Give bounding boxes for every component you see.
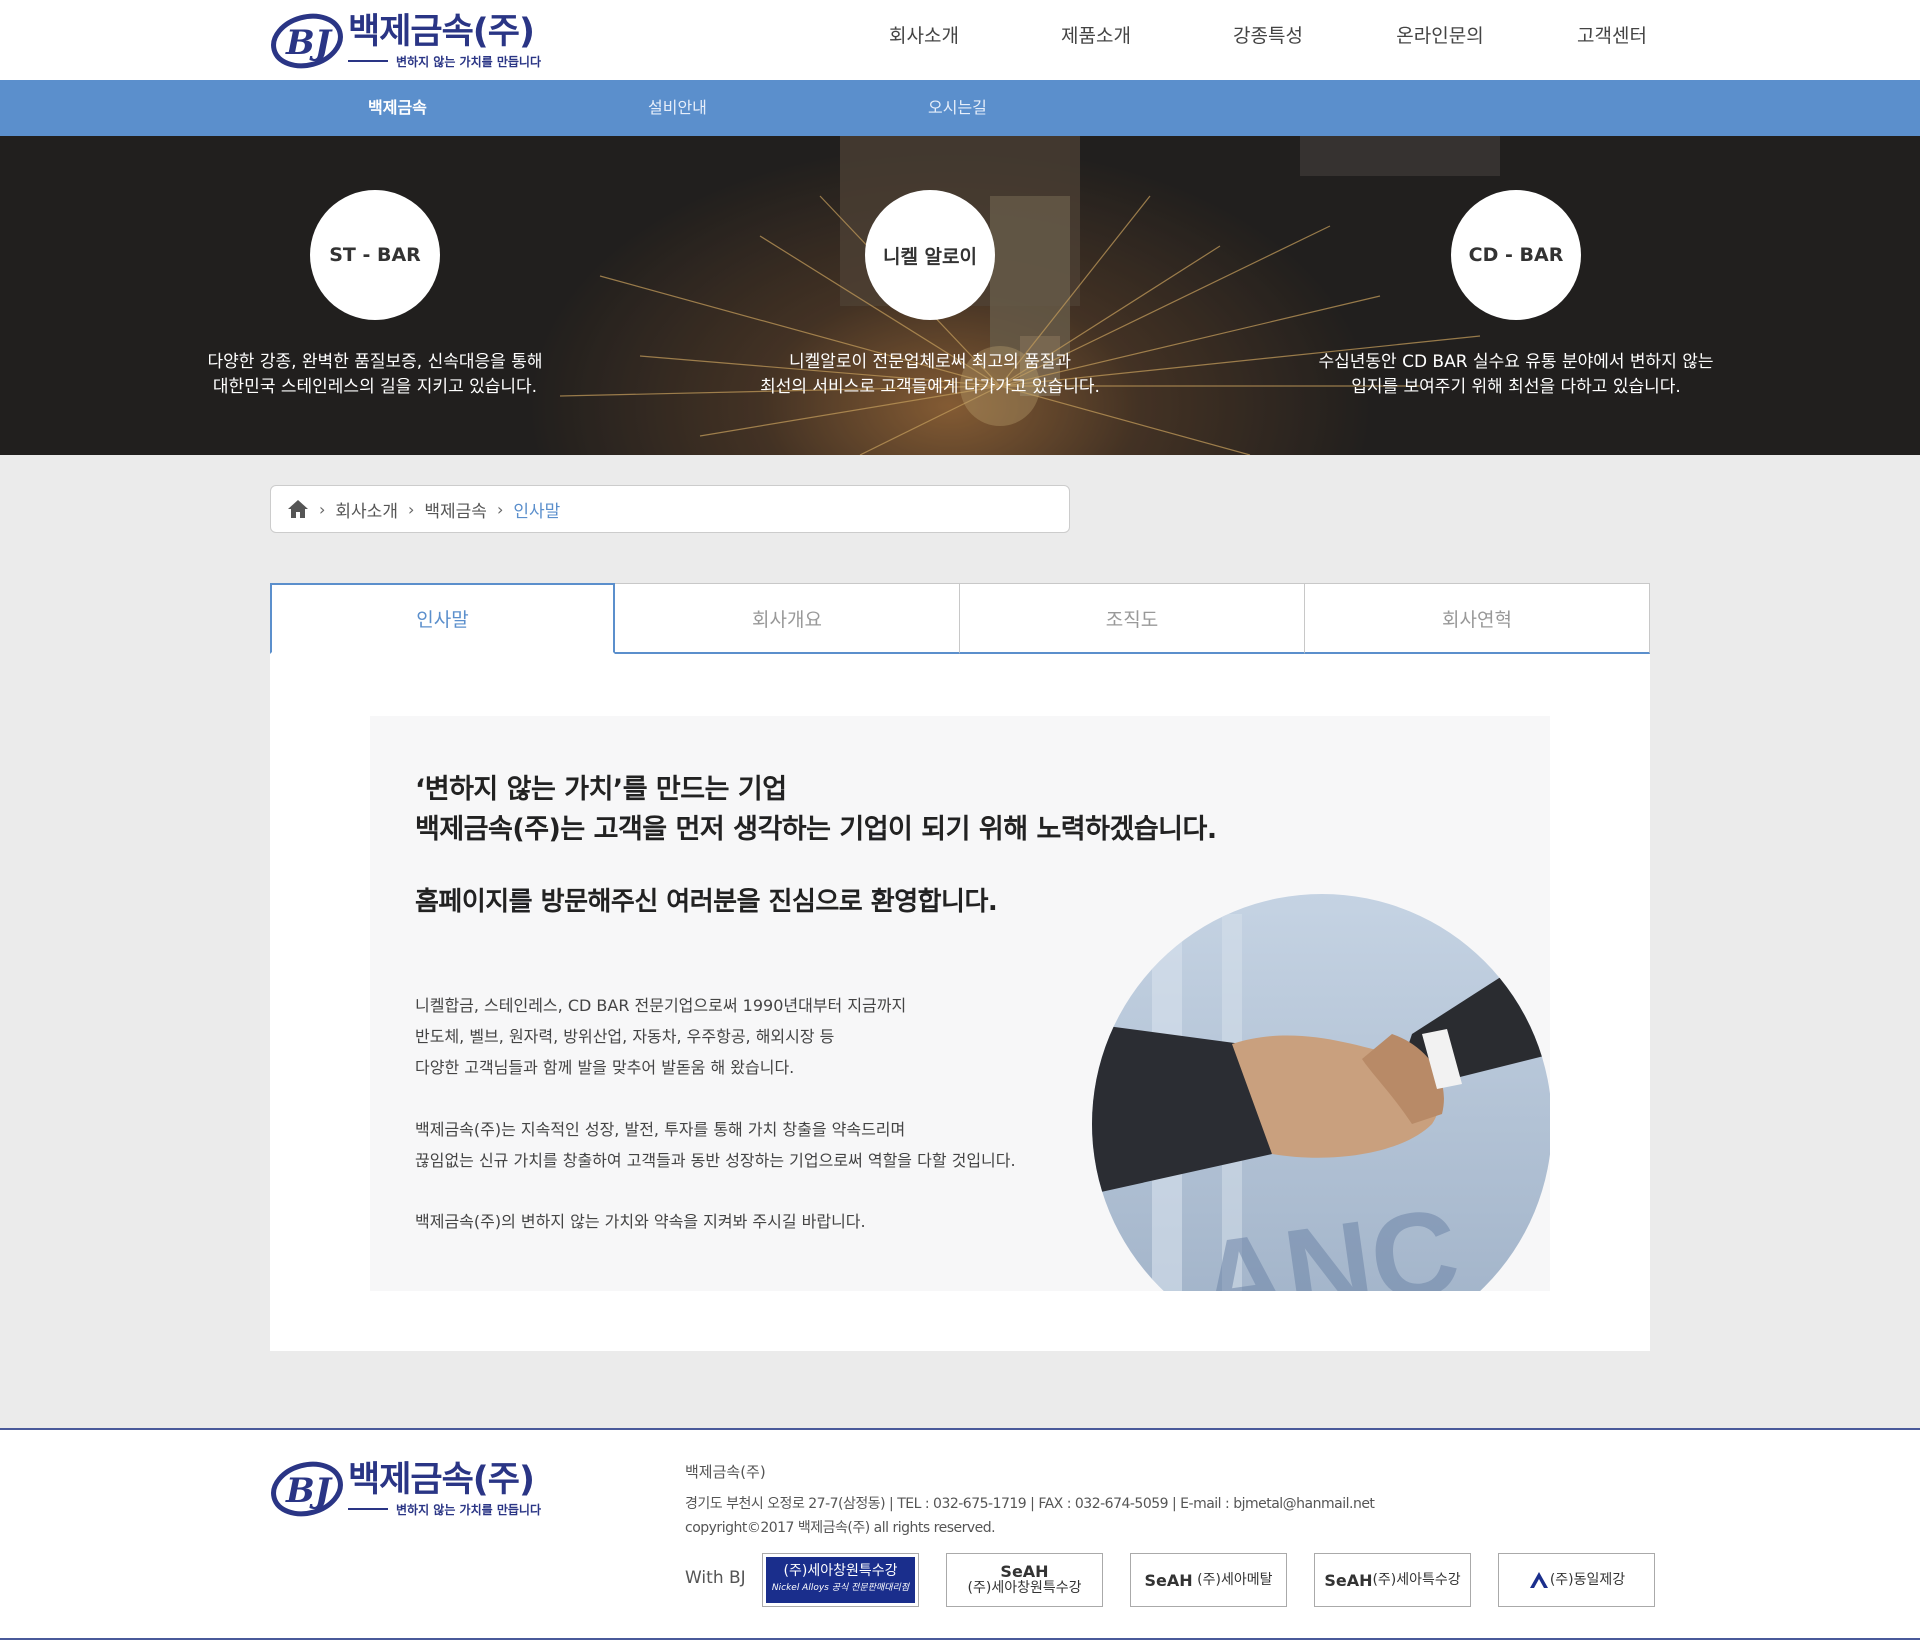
hero-item-nickel-alloy: 니켈 알로이 니켈알로이 전문업체로써 최고의 품질과 최선의 서비스로 고객들… xyxy=(680,136,1180,400)
seah-logo: SeAH xyxy=(1324,1570,1373,1590)
handshake-image: ANC xyxy=(1092,894,1550,1291)
footer-slogan: 변하지 않는 가치를 만듭니다 xyxy=(348,1501,541,1518)
tab-bar: 인사말 회사개요 조직도 회사연혁 xyxy=(270,583,1650,654)
main-nav: 회사소개 제품소개 강종특성 온라인문의 고객센터 xyxy=(838,0,1698,72)
chevron-right-icon: › xyxy=(407,499,415,519)
tab-company-overview[interactable]: 회사개요 xyxy=(615,583,960,654)
partners-label: With BJ xyxy=(685,1568,746,1588)
tab-history[interactable]: 회사연혁 xyxy=(1305,583,1650,654)
company-slogan: 변하지 않는 가치를 만듭니다 xyxy=(348,53,541,70)
partner-seah-special-steel[interactable]: SeAH (주)세아특수강 xyxy=(1314,1553,1471,1607)
chevron-right-icon: › xyxy=(319,499,326,519)
company-name: 백제금속(주) xyxy=(348,11,535,52)
partner-seah-metal[interactable]: SeAH (주)세아메탈 xyxy=(1130,1553,1287,1607)
hero-desc-line: 입지를 보여주기 위해 최선을 다하고 있습니다. xyxy=(1351,377,1681,397)
partner-seah-changwon-nickel[interactable]: (주)세아창원특수강 Nickel Alloys 공식 전문판매대리점 xyxy=(762,1553,919,1607)
hero-desc-line: 대한민국 스테인레스의 길을 지키고 있습니다. xyxy=(212,377,538,397)
paragraph-line: 끊임없는 신규 가치를 창출하여 고객들과 동반 성장하는 기업으로써 역할을 … xyxy=(415,1151,1016,1170)
nav-steel-grades[interactable]: 강종특성 xyxy=(1182,0,1354,72)
bj-logo-icon: BJ xyxy=(271,13,343,69)
footer-company-name: 백제금속(주) xyxy=(348,1459,535,1500)
hero-banner: ST - BAR 다양한 강종, 완벽한 품질보증, 신속대응을 통해 대한민국… xyxy=(0,136,1920,455)
hero-circle-title[interactable]: ST - BAR xyxy=(310,190,440,320)
greeting-paragraph-2: 백제금속(주)는 지속적인 성장, 발전, 투자를 통해 가치 창출을 약속드리… xyxy=(415,1114,1016,1176)
subnav-directions[interactable]: 오시는길 xyxy=(928,80,987,136)
nav-company-intro[interactable]: 회사소개 xyxy=(838,0,1010,72)
paragraph-line: 백제금속(주)는 지속적인 성장, 발전, 투자를 통해 가치 창출을 약속드리… xyxy=(415,1120,906,1139)
nav-customer-center[interactable]: 고객센터 xyxy=(1526,0,1698,72)
partner-subtitle: Nickel Alloys 공식 전문판매대리점 xyxy=(771,1583,910,1593)
hero-item-cd-bar: CD - BAR 수십년동안 CD BAR 실수요 유통 분야에서 변하지 않는… xyxy=(1266,136,1766,400)
greeting-paragraph-3: 백제금속(주)의 변하지 않는 가치와 약속을 지켜봐 주시길 바랍니다. xyxy=(415,1212,866,1231)
breadcrumb-item[interactable]: 백제금속 xyxy=(424,497,487,522)
breadcrumb: › 회사소개 › 백제금속 › 인사말 xyxy=(270,485,1070,533)
hero-circle-title[interactable]: CD - BAR xyxy=(1451,190,1581,320)
partner-name: (주)세아메탈 xyxy=(1197,1571,1273,1588)
subnav-facilities[interactable]: 설비안내 xyxy=(648,80,707,136)
partner-name: (주)세아특수강 xyxy=(1372,1571,1461,1588)
partner-name: (주)동일제강 xyxy=(1549,1571,1626,1588)
greeting-headline-line1: ‘변하지 않는 가치’를 만드는 기업 xyxy=(415,774,787,805)
hero-desc-line: 다양한 강종, 완벽한 품질보증, 신속대응을 통해 xyxy=(207,352,543,372)
footer-info: 백제금속(주) 경기도 부천시 오정로 27-7(삼정동) | TEL : 03… xyxy=(685,1460,1375,1540)
partner-links: (주)세아창원특수강 Nickel Alloys 공식 전문판매대리점 SeAH… xyxy=(762,1553,1682,1607)
tab-organization[interactable]: 조직도 xyxy=(960,583,1305,654)
paragraph-line: 니켈합금, 스테인레스, CD BAR 전문기업으로써 1990년대부터 지금까… xyxy=(415,996,907,1015)
site-footer: BJ 백제금속(주) 변하지 않는 가치를 만듭니다 백제금속(주) 경기도 부… xyxy=(0,1428,1920,1640)
breadcrumb-current: 인사말 xyxy=(513,501,561,522)
svg-text:BJ: BJ xyxy=(285,1471,333,1511)
site-header: BJ 백제금속(주) 변하지 않는 가치를 만듭니다 회사소개 제품소개 강종특… xyxy=(0,0,1920,80)
partner-name: (주)세아창원특수강 xyxy=(967,1580,1082,1596)
partner-seah-changwon[interactable]: SeAH (주)세아창원특수강 xyxy=(946,1553,1103,1607)
subnav-baekje-metal[interactable]: 백제금속 xyxy=(368,80,427,136)
paragraph-line: 다양한 고객님들과 함께 발을 맞추어 발돋움 해 왔습니다. xyxy=(415,1058,795,1077)
greeting-section: ‘변하지 않는 가치’를 만드는 기업 백제금속(주)는 고객을 먼저 생각하는… xyxy=(370,716,1550,1291)
greeting-paragraph-1: 니켈합금, 스테인레스, CD BAR 전문기업으로써 1990년대부터 지금까… xyxy=(415,990,906,1083)
svg-text:BJ: BJ xyxy=(285,23,333,63)
hero-item-st-bar: ST - BAR 다양한 강종, 완벽한 품질보증, 신속대응을 통해 대한민국… xyxy=(125,136,625,400)
breadcrumb-item[interactable]: 회사소개 xyxy=(335,497,398,522)
sub-nav: 백제금속 설비안내 오시는길 xyxy=(0,80,1920,136)
hero-desc-line: 최선의 서비스로 고객들에게 다가가고 있습니다. xyxy=(760,377,1100,397)
hero-desc-line: 니켈알로이 전문업체로써 최고의 품질과 xyxy=(788,352,1072,372)
hero-desc-line: 수십년동안 CD BAR 실수요 유통 분야에서 변하지 않는 xyxy=(1318,352,1714,372)
tab-greeting[interactable]: 인사말 xyxy=(270,583,615,654)
nav-online-inquiry[interactable]: 온라인문의 xyxy=(1354,0,1526,72)
footer-logo[interactable]: BJ 백제금속(주) 변하지 않는 가치를 만듭니다 xyxy=(270,1460,541,1518)
partner-name: (주)세아창원특수강 xyxy=(783,1563,898,1579)
footer-copyright: copyright©2017 백제금속(주) all rights reserv… xyxy=(685,1520,996,1536)
bj-logo-icon: BJ xyxy=(271,1461,343,1517)
home-icon[interactable] xyxy=(287,499,309,519)
seah-logo: SeAH xyxy=(1000,1562,1049,1581)
footer-address: 경기도 부천시 오정로 27-7(삼정동) | TEL : 032-675-17… xyxy=(685,1496,1375,1512)
greeting-headline: ‘변하지 않는 가치’를 만드는 기업 백제금속(주)는 고객을 먼저 생각하는… xyxy=(415,770,1217,850)
greeting-headline-line2: 백제금속(주)는 고객을 먼저 생각하는 기업이 되기 위해 노력하겠습니다. xyxy=(415,814,1217,845)
dongil-logo-icon xyxy=(1529,1572,1548,1588)
seah-logo: SeAH xyxy=(1144,1570,1193,1590)
partner-dongil-steel[interactable]: (주)동일제강 xyxy=(1498,1553,1655,1607)
welcome-message: 홈페이지를 방문해주신 여러분을 진심으로 환영합니다. xyxy=(415,887,998,917)
hero-circle-title[interactable]: 니켈 알로이 xyxy=(865,190,995,320)
content-panel: 인사말 회사개요 조직도 회사연혁 ‘변하지 않는 가치’를 만드는 기업 백제… xyxy=(270,583,1650,1351)
nav-products[interactable]: 제품소개 xyxy=(1010,0,1182,72)
paragraph-line: 반도체, 벨브, 원자력, 방위산업, 자동차, 우주항공, 해외시장 등 xyxy=(415,1027,835,1046)
site-logo[interactable]: BJ 백제금속(주) 변하지 않는 가치를 만듭니다 xyxy=(270,10,541,72)
chevron-right-icon: › xyxy=(496,499,504,519)
footer-company: 백제금속(주) xyxy=(685,1463,766,1481)
